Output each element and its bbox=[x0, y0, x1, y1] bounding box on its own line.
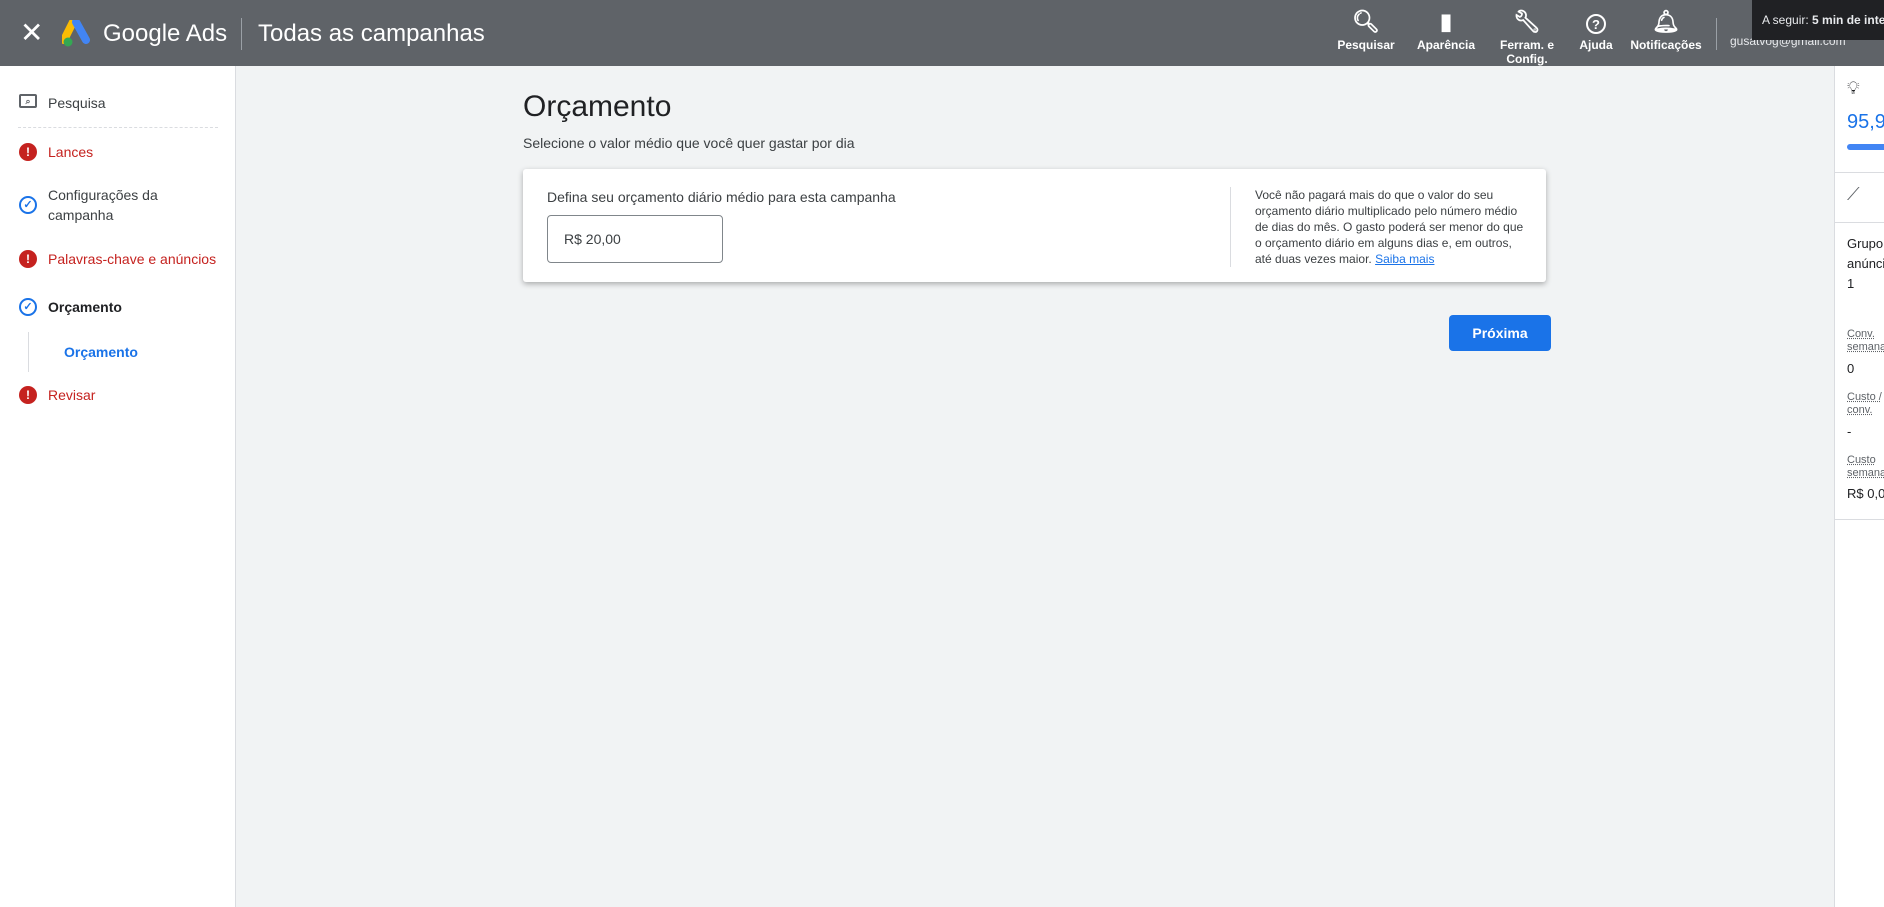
label: Ferram. e Config. bbox=[1499, 38, 1555, 66]
divider bbox=[1835, 519, 1884, 520]
label: Notificações bbox=[1630, 38, 1702, 52]
budget-note: Você não pagará mais do que o valor do s… bbox=[1230, 187, 1530, 267]
lightbulb-icon: 💡︎ bbox=[1847, 78, 1860, 98]
check-icon: ✓ bbox=[19, 196, 37, 214]
optimization-score[interactable]: 95,9 bbox=[1847, 111, 1884, 134]
top-bar: ✕ Google Ads Todas as campanhas 🔍︎ Pesqui… bbox=[0, 0, 1884, 66]
divider bbox=[1716, 18, 1717, 50]
cost-week-value: R$ 0,00 bbox=[1847, 486, 1884, 501]
sidebar: ⌕ Pesquisa ! Lances ✓ Configurações da c… bbox=[0, 66, 236, 907]
sidebar-item-lances[interactable]: Lances bbox=[48, 142, 93, 162]
right-panel: 💡︎ 95,9 ⟋ Grupo de anúncios 1 Conv. sema… bbox=[1834, 66, 1884, 907]
cost-conv-label: Custo / conv. bbox=[1847, 391, 1882, 416]
next-button[interactable]: Próxima bbox=[1449, 315, 1551, 351]
budget-input[interactable]: R$ 20,00 bbox=[547, 215, 723, 263]
help-icon: ? bbox=[1574, 10, 1618, 34]
check-icon: ✓ bbox=[19, 298, 37, 316]
divider bbox=[1835, 172, 1884, 173]
bell-icon: 🔔︎ bbox=[1652, 9, 1680, 34]
label: Pesquisar bbox=[1337, 38, 1395, 52]
budget-card: Defina seu orçamento diário médio para e… bbox=[523, 169, 1546, 282]
up-next-toast: A seguir: 5 min de inte bbox=[1752, 0, 1884, 40]
divider bbox=[1835, 222, 1884, 223]
brand-name: Google Ads bbox=[103, 20, 228, 47]
search-icon: 🔍︎ bbox=[1352, 9, 1380, 34]
sidebar-item-configuracoes[interactable]: Configurações da campanha bbox=[48, 185, 198, 225]
search-button[interactable]: 🔍︎ Pesquisar bbox=[1336, 9, 1396, 53]
help-button[interactable]: ? Ajuda bbox=[1574, 10, 1618, 52]
tree-line bbox=[28, 332, 29, 372]
error-icon: ! bbox=[19, 250, 37, 268]
tools-button[interactable]: 🔧︎ Ferram. e Config. bbox=[1496, 9, 1558, 67]
toast-prefix: A seguir: bbox=[1762, 13, 1813, 27]
sidebar-item-palavras-chave[interactable]: Palavras-chave e anúncios bbox=[48, 249, 216, 269]
appearance-icon: ▮ bbox=[1439, 9, 1453, 34]
appearance-button[interactable]: ▮ Aparência bbox=[1414, 9, 1478, 53]
learn-more-link[interactable]: Saiba mais bbox=[1375, 252, 1434, 266]
page-title: Todas as campanhas bbox=[258, 20, 485, 47]
page-subtitle: Selecione o valor médio que você quer ga… bbox=[523, 135, 855, 151]
conv-value: 0 bbox=[1847, 361, 1855, 376]
wrench-icon: 🔧︎ bbox=[1513, 9, 1541, 34]
sidebar-item-pesquisa[interactable]: Pesquisa bbox=[48, 93, 106, 113]
conv-label: Conv. semana bbox=[1847, 328, 1884, 353]
cost-week-label: Custo semana bbox=[1847, 454, 1884, 479]
close-icon[interactable]: ✕ bbox=[20, 16, 43, 49]
cost-conv-value: - bbox=[1847, 424, 1852, 439]
page-heading: Orçamento bbox=[523, 90, 672, 123]
ad-group-name: Grupo de anúncios 1 bbox=[1847, 236, 1884, 291]
sidebar-item-revisar[interactable]: Revisar bbox=[48, 385, 95, 405]
sidebar-subitem-orcamento[interactable]: Orçamento bbox=[64, 342, 138, 362]
divider bbox=[241, 18, 242, 50]
help-glyph: ? bbox=[1586, 14, 1606, 34]
toast-text: 5 min de inte bbox=[1812, 13, 1884, 27]
error-icon: ! bbox=[19, 386, 37, 404]
divider bbox=[18, 127, 218, 128]
sidebar-item-orcamento[interactable]: Orçamento bbox=[48, 297, 122, 317]
search-icon: ⌕ bbox=[19, 94, 37, 108]
error-icon: ! bbox=[19, 143, 37, 161]
label: Aparência bbox=[1416, 38, 1476, 52]
label: Ajuda bbox=[1579, 38, 1613, 52]
notifications-button[interactable]: 🔔︎ Notificações bbox=[1628, 9, 1704, 53]
trend-icon: ⟋ bbox=[1847, 184, 1860, 204]
budget-label: Defina seu orçamento diário médio para e… bbox=[547, 189, 896, 205]
google-ads-logo bbox=[62, 20, 90, 47]
score-bar bbox=[1847, 144, 1884, 150]
